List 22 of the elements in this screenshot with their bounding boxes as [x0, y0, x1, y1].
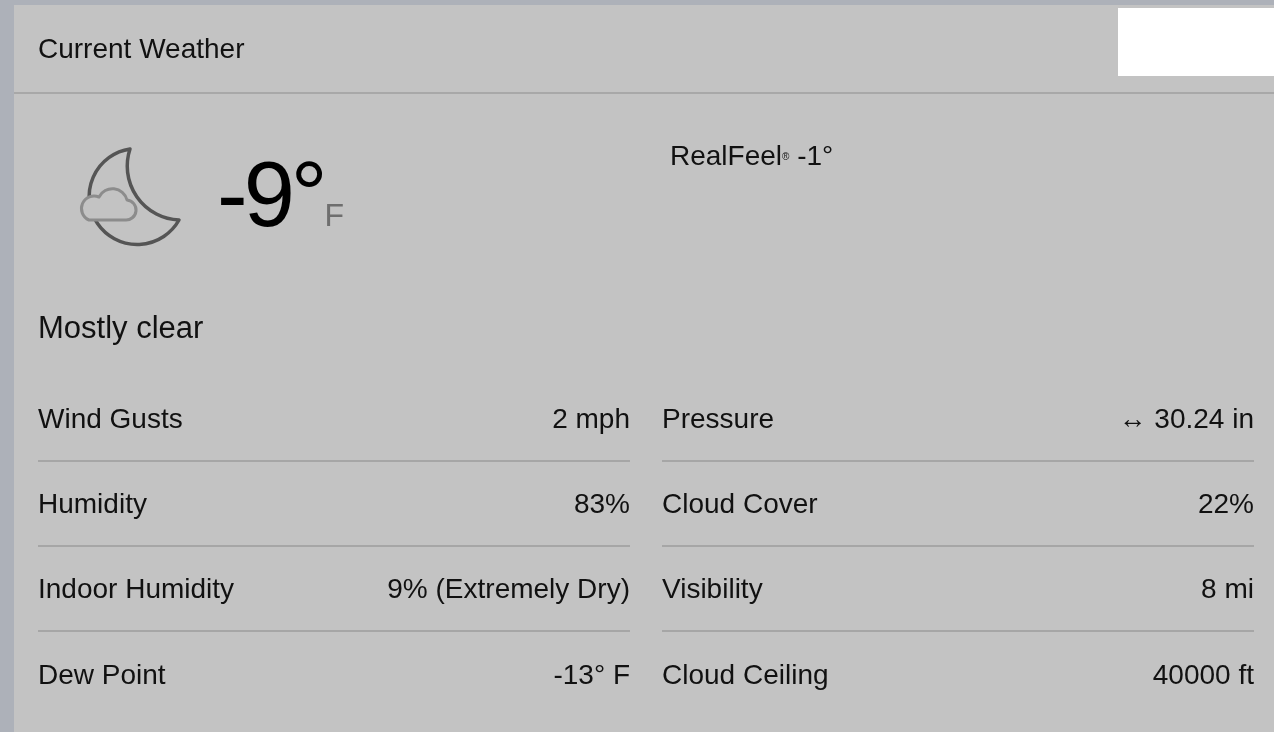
detail-label: Pressure [662, 401, 775, 436]
detail-label: Cloud Cover [662, 486, 818, 521]
realfeel-text: RealFeel$^{®}$ -1° [670, 140, 834, 171]
detail-value: 40000 ft [1152, 657, 1254, 692]
detail-label: Humidity [38, 486, 147, 521]
detail-value: 83% [573, 486, 630, 521]
detail-value: 2 mph [552, 401, 630, 436]
detail-label: Cloud Ceiling [662, 657, 829, 692]
temperature: -9° [217, 147, 324, 240]
detail-value: -13° F [553, 657, 630, 692]
weather-condition: Mostly clear [38, 309, 204, 347]
temperature-unit: F [324, 198, 345, 231]
detail-label: Indoor Humidity [38, 571, 235, 606]
detail-value: 8 mi [1201, 571, 1254, 606]
detail-value: ↔ 30.24 in [1118, 401, 1254, 436]
detail-label: Visibility [662, 571, 763, 606]
card-title: Current Weather [38, 31, 245, 66]
detail-label: Dew Point [38, 657, 166, 692]
moon-cloud-icon [77, 147, 183, 249]
detail-label: Wind Gusts [38, 401, 183, 436]
detail-value: 9% (Extremely Dry) [387, 571, 630, 606]
detail-value: 22% [1197, 486, 1254, 521]
